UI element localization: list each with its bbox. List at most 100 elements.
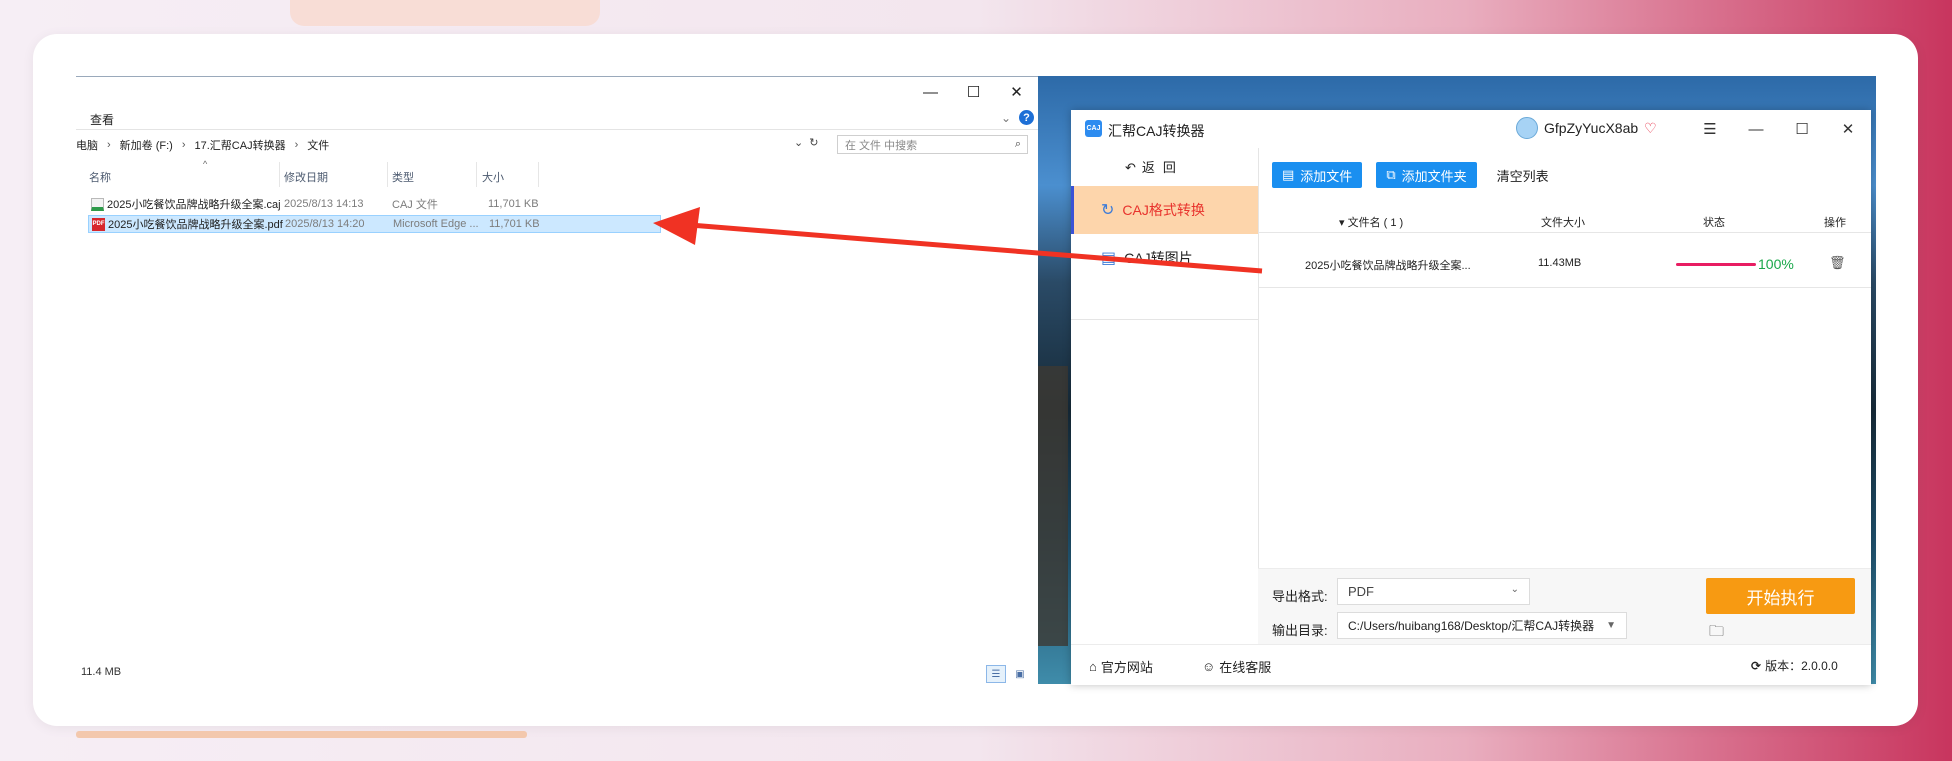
sidebar: ↶ 返回 ↻ CAJ格式转换 ▤ CAJ转图片 — [1071, 148, 1259, 644]
output-dir-select[interactable]: C:/Users/huibang168/Desktop/汇帮CAJ转换器 ▼ — [1337, 612, 1627, 639]
column-header-filename[interactable]: ▾ 文件名 ( 1 ) — [1339, 214, 1403, 230]
file-size: 11,701 KB — [488, 198, 539, 210]
version-label: 版本：2.0.0.0 — [1765, 659, 1838, 673]
trash-icon[interactable]: 🗑 — [1829, 255, 1846, 271]
export-format-select[interactable]: PDF ⌄ — [1337, 578, 1530, 605]
status-bar-size: 11.4 MB — [81, 666, 122, 678]
search-input[interactable]: 在 文件 中搜索 ⌕ — [837, 135, 1028, 154]
progress-bar — [1676, 263, 1756, 266]
output-dir-label: 输出目录: — [1272, 623, 1328, 638]
column-header-status: 状态 — [1703, 217, 1725, 229]
app-logo-icon: CAJ — [1085, 120, 1102, 137]
sidebar-item-caj-convert[interactable]: ↻ CAJ格式转换 — [1071, 186, 1258, 234]
avatar[interactable] — [1516, 117, 1538, 139]
official-website-label: 官方网站 — [1100, 660, 1153, 675]
divider — [1071, 319, 1258, 320]
clear-list-button[interactable]: 清空列表 — [1497, 166, 1549, 185]
column-divider[interactable] — [279, 162, 280, 187]
sidebar-item-label: CAJ格式转换 — [1122, 202, 1205, 218]
address-buttons: ⌄ ↻ — [794, 136, 818, 149]
minimize-button[interactable]: — — [1733, 110, 1779, 148]
refresh-icon[interactable]: ↻ — [809, 136, 818, 149]
app-title: 汇帮CAJ转换器 — [1108, 123, 1205, 139]
column-header-name[interactable]: 名称 — [89, 169, 111, 185]
column-header-type[interactable]: 类型 — [392, 169, 414, 185]
add-folder-icon: ⧉ — [1386, 167, 1396, 182]
add-file-button[interactable]: ▤ 添加文件 — [1272, 162, 1363, 188]
column-header-filesize: 文件大小 — [1541, 217, 1585, 229]
background-decoration-strip — [76, 731, 527, 738]
column-divider[interactable] — [387, 162, 388, 187]
caj-converter-window: CAJ 汇帮CAJ转换器 GfpZyYucX8ab ♡ ☰ — ☐ ✕ ↶ 返回 … — [1071, 110, 1871, 685]
user-account[interactable]: GfpZyYucX8ab ♡ — [1516, 117, 1657, 139]
breadcrumb-item[interactable]: 电脑 — [76, 137, 98, 153]
divider — [1258, 287, 1871, 288]
toolbar: ▤ 添加文件 ⧉ 添加文件夹 清空列表 — [1272, 162, 1549, 188]
add-file-icon: ▤ — [1282, 167, 1295, 182]
output-dir-value: C:/Users/huibang168/Desktop/汇帮CAJ转换器 — [1348, 619, 1595, 633]
file-date: 2025/8/13 14:20 — [285, 218, 365, 230]
file-type: Microsoft Edge ... — [393, 218, 479, 230]
vip-heart-icon[interactable]: ♡ — [1644, 120, 1657, 137]
ribbon-tab-view[interactable]: 查看 — [90, 111, 114, 128]
breadcrumb-separator-icon: › — [107, 139, 111, 151]
explorer-window-controls: — ☐ ✕ — [909, 77, 1038, 107]
column-divider[interactable] — [538, 162, 539, 187]
wallpaper-rock — [1038, 366, 1068, 646]
chevron-down-icon: ⌄ — [1510, 584, 1519, 595]
address-dropdown-icon[interactable]: ⌄ — [794, 136, 803, 149]
help-icon[interactable]: ? — [1019, 110, 1034, 125]
home-icon: ⌂ — [1089, 659, 1097, 674]
folder-open-icon[interactable]: 🗀 — [1709, 621, 1724, 646]
version-info[interactable]: ⟳ 版本：2.0.0.0 — [1751, 657, 1838, 674]
official-website-link[interactable]: ⌂ 官方网站 — [1089, 657, 1153, 676]
username[interactable]: GfpZyYucX8ab — [1544, 120, 1638, 136]
maximize-button[interactable]: ☐ — [1779, 110, 1825, 148]
ribbon-right: ⌄ ? — [1001, 110, 1034, 125]
support-icon: ☺ — [1202, 659, 1216, 674]
sort-caret-icon: ^ — [203, 159, 208, 169]
search-placeholder: 在 文件 中搜索 — [845, 139, 918, 152]
image-doc-icon: ▤ — [1101, 250, 1117, 267]
progress-percent: 100% — [1758, 256, 1794, 272]
breadcrumb-item[interactable]: 新加卷 (F:) — [120, 137, 173, 153]
view-toggle: ☰ ▣ — [986, 665, 1030, 683]
dropdown-arrow-icon: ▼ — [1606, 620, 1616, 631]
breadcrumb-separator-icon: › — [294, 139, 299, 151]
breadcrumb-item[interactable]: 17.汇帮CAJ转换器 — [195, 137, 286, 153]
divider — [76, 129, 1038, 130]
app-window-controls: ☰ — ☐ ✕ — [1687, 110, 1871, 148]
breadcrumb-separator-icon: › — [181, 139, 186, 151]
close-button[interactable]: ✕ — [995, 77, 1038, 107]
large-icons-view-icon[interactable]: ▣ — [1010, 665, 1030, 683]
file-name: 2025小吃餐饮品牌战略升级全案.pdf — [108, 219, 283, 231]
ribbon-expand-icon[interactable]: ⌄ — [1001, 111, 1011, 125]
close-button[interactable]: ✕ — [1825, 110, 1871, 148]
column-header-size[interactable]: 大小 — [482, 169, 504, 185]
sidebar-item-label: CAJ转图片 — [1124, 250, 1193, 266]
online-support-link[interactable]: ☺ 在线客服 — [1202, 657, 1271, 676]
update-icon: ⟳ — [1751, 658, 1762, 673]
menu-icon[interactable]: ☰ — [1687, 110, 1733, 148]
column-header-date[interactable]: 修改日期 — [284, 169, 328, 185]
file-date: 2025/8/13 14:13 — [284, 198, 364, 210]
column-divider[interactable] — [476, 162, 477, 187]
start-button[interactable]: 开始执行 — [1706, 578, 1855, 614]
file-explorer-window: — ☐ ✕ 查看 ⌄ ? 电脑 › 新加卷 (F:) › 17.汇帮CAJ转换器… — [76, 76, 1038, 685]
row-filesize: 11.43MB — [1538, 257, 1582, 269]
breadcrumb-item[interactable]: 文件 — [307, 137, 329, 153]
file-row-pdf[interactable]: PDF 2025小吃餐饮品牌战略升级全案.pdf 2025/8/13 14:20… — [88, 215, 661, 233]
file-name: 2025小吃餐饮品牌战略升级全案.caj — [107, 199, 281, 211]
export-format-label: 导出格式: — [1272, 589, 1328, 604]
details-view-icon[interactable]: ☰ — [986, 665, 1006, 683]
minimize-button[interactable]: — — [909, 77, 952, 107]
app-titlebar: CAJ 汇帮CAJ转换器 GfpZyYucX8ab ♡ ☰ — ☐ ✕ — [1071, 110, 1871, 148]
sidebar-item-caj-to-image[interactable]: ▤ CAJ转图片 — [1071, 234, 1258, 282]
back-button[interactable]: ↶ 返回 — [1125, 157, 1184, 176]
add-folder-button[interactable]: ⧉ 添加文件夹 — [1376, 162, 1477, 188]
export-format-value: PDF — [1348, 584, 1374, 599]
maximize-button[interactable]: ☐ — [952, 77, 995, 107]
file-row-caj[interactable]: 2025小吃餐饮品牌战略升级全案.caj 2025/8/13 14:13 CAJ… — [88, 195, 661, 213]
pdf-file-icon: PDF — [92, 217, 105, 231]
address-bar[interactable]: 电脑 › 新加卷 (F:) › 17.汇帮CAJ转换器 › 文件 — [76, 136, 809, 154]
